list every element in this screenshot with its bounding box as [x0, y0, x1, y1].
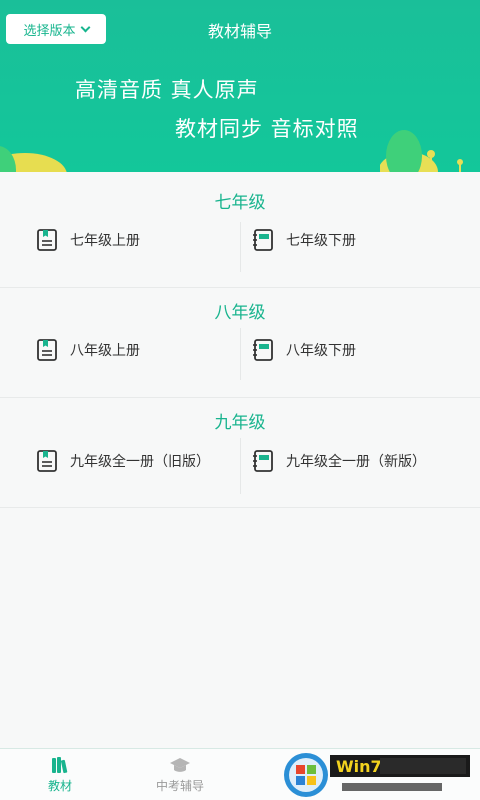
books-icon	[52, 757, 68, 774]
page-title: 教材辅导	[207, 22, 272, 41]
book-list-icon	[37, 339, 57, 361]
slogan-line-1: 高清音质 真人原声	[75, 78, 259, 102]
book-label: 九年级全一册（旧版）	[70, 454, 210, 470]
graduation-cap-icon	[170, 758, 190, 772]
book-label: 七年级下册	[286, 233, 356, 249]
book-item-grade7-vol2[interactable]: 七年级下册	[252, 228, 356, 252]
book-item-grade9-old[interactable]: 九年级全一册（旧版）	[36, 449, 210, 473]
grade-section-9: 九年级 九年级全一册（旧版） 九年级全一册（新版）	[0, 398, 480, 508]
grade-title: 九年级	[214, 413, 266, 433]
grade-section-7: 七年级 七年级上册 七年级下册	[0, 172, 480, 288]
book-label: 八年级下册	[286, 343, 356, 359]
book-label: 八年级上册	[70, 343, 140, 359]
divider	[240, 328, 241, 380]
book-label: 七年级上册	[70, 233, 140, 249]
svg-text:Win7: Win7	[336, 757, 382, 776]
tab-label: 中考辅导	[155, 779, 204, 793]
bottom-tab-bar: 教材 中考辅导 Win7	[0, 748, 480, 800]
notebook-icon	[253, 450, 273, 472]
notebook-icon	[253, 229, 273, 251]
divider	[240, 222, 241, 272]
book-item-grade9-new[interactable]: 九年级全一册（新版）	[252, 449, 426, 473]
watermark-logo: Win7	[284, 753, 470, 797]
grade-section-8: 八年级 八年级上册 八年级下册	[0, 288, 480, 398]
hill-right-decoration	[380, 130, 463, 172]
book-list-icon	[37, 229, 57, 251]
notebook-icon	[253, 339, 273, 361]
book-list-icon	[37, 450, 57, 472]
divider	[240, 438, 241, 494]
slogan-line-2: 教材同步 音标对照	[175, 117, 359, 141]
grade-title: 七年级	[214, 193, 266, 213]
header-banner: 选择版本 教材辅导 高清音质 真人原声 教材同步 音标对照	[0, 0, 480, 172]
tab-textbook[interactable]: 教材	[0, 749, 120, 800]
hill-left-decoration	[0, 146, 67, 172]
book-item-grade8-vol1[interactable]: 八年级上册	[36, 338, 140, 362]
tab-label: 教材	[47, 779, 72, 793]
book-item-grade8-vol2[interactable]: 八年级下册	[252, 338, 356, 362]
grade-title: 八年级	[214, 303, 266, 323]
book-item-grade7-vol1[interactable]: 七年级上册	[36, 228, 140, 252]
tab-exam-prep[interactable]: 中考辅导	[120, 749, 240, 800]
book-label: 九年级全一册（新版）	[286, 454, 426, 470]
